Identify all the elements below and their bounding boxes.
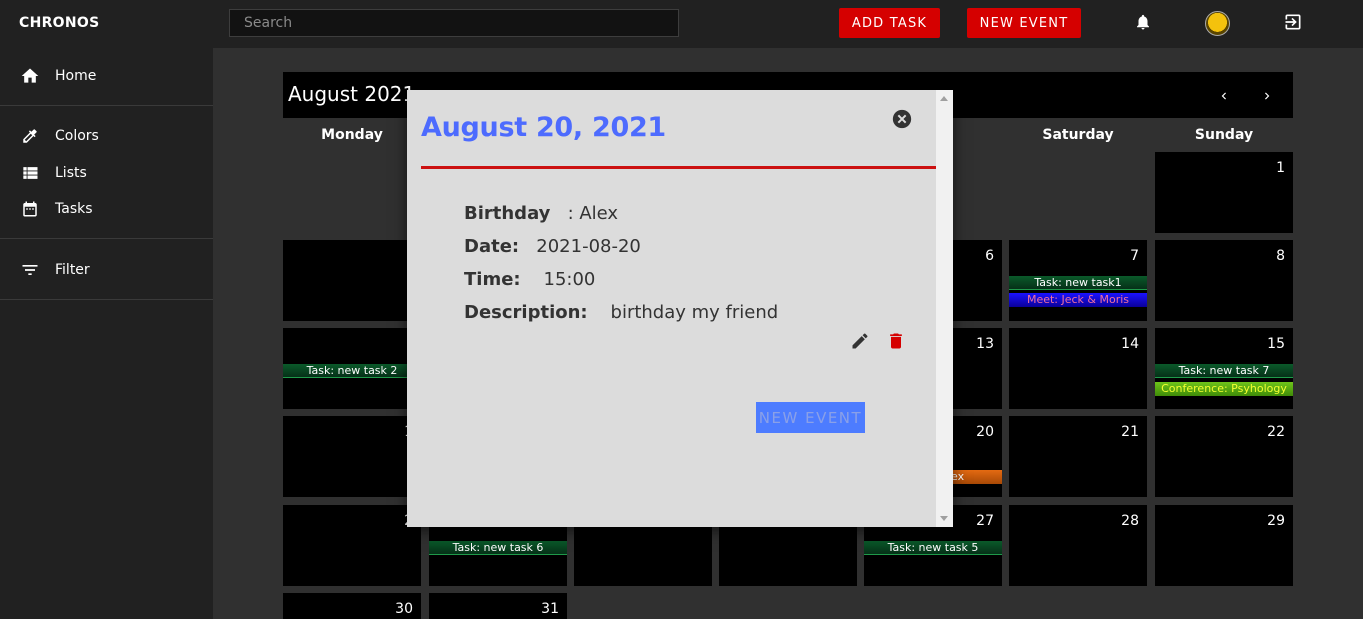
- logout-icon[interactable]: [1281, 10, 1305, 34]
- sidebar-item-label: Lists: [55, 165, 87, 181]
- bell-icon[interactable]: [1131, 10, 1155, 34]
- add-task-button[interactable]: ADD TASK: [839, 8, 940, 38]
- sidebar-item-tasks[interactable]: Tasks: [0, 191, 213, 227]
- weekday-monday: Monday: [321, 127, 383, 143]
- day-number: 21: [1121, 424, 1139, 440]
- day-number: 7: [1130, 248, 1139, 264]
- list-icon: [20, 163, 40, 183]
- day-cell[interactable]: 21: [1009, 416, 1147, 497]
- day-cell[interactable]: 1: [283, 416, 421, 497]
- sidebar-item-label: Filter: [55, 262, 90, 278]
- calendar-event[interactable]: Task: new task 2: [283, 364, 421, 378]
- calendar-month-title: August 2021: [288, 82, 416, 106]
- calendar-icon: [20, 199, 40, 219]
- calendar-event[interactable]: Conference: Psyhology: [1155, 382, 1293, 396]
- event-type-row: Birthday : Alex: [464, 203, 618, 224]
- day-number: 28: [1121, 513, 1139, 529]
- calendar-event[interactable]: Task: new task 5: [864, 541, 1002, 555]
- filter-icon: [20, 260, 40, 280]
- event-time-row: Time: 15:00: [464, 269, 595, 290]
- next-month-icon[interactable]: [1257, 86, 1277, 106]
- calendar-event[interactable]: Meet: Jeck & Moris: [1009, 293, 1147, 307]
- prev-month-icon[interactable]: [1214, 86, 1234, 106]
- scroll-down-icon[interactable]: [940, 516, 948, 521]
- day-number: 27: [976, 513, 994, 529]
- modal-divider: [421, 166, 936, 169]
- sidebar-item-home[interactable]: Home: [0, 58, 213, 94]
- brand-logo[interactable]: CHRONOS: [19, 15, 99, 31]
- calendar-event[interactable]: Task: new task 7: [1155, 364, 1293, 378]
- day-number: 20: [976, 424, 994, 440]
- day-number: 14: [1121, 336, 1139, 352]
- weekday-saturday: Saturday: [1042, 127, 1114, 143]
- modal-new-event-button[interactable]: NEW EVENT: [756, 402, 865, 433]
- delete-icon[interactable]: [886, 331, 908, 353]
- new-event-button[interactable]: NEW EVENT: [967, 8, 1081, 38]
- day-number: 13: [976, 336, 994, 352]
- sidebar-item-label: Home: [55, 68, 97, 84]
- day-number: 22: [1267, 424, 1285, 440]
- sidebar-divider: [0, 105, 213, 106]
- home-icon: [20, 66, 40, 86]
- close-icon[interactable]: [891, 108, 913, 130]
- user-avatar[interactable]: [1205, 11, 1230, 36]
- search-input[interactable]: [229, 9, 679, 37]
- event-detail-modal: August 20, 2021 Birthday : Alex Date: 20…: [407, 90, 953, 527]
- day-cell[interactable]: 2: [283, 505, 421, 586]
- modal-scrollbar[interactable]: [936, 90, 953, 527]
- event-date-label: Date:: [464, 236, 520, 257]
- event-description-label: Description:: [464, 302, 588, 323]
- sidebar-item-label: Tasks: [55, 201, 93, 217]
- event-date-value: 2021-08-20: [536, 236, 641, 257]
- event-time-label: Time:: [464, 269, 521, 290]
- day-number: 30: [395, 601, 413, 617]
- sidebar-divider: [0, 299, 213, 300]
- day-cell[interactable]: 30: [283, 593, 421, 619]
- sidebar-item-colors[interactable]: Colors: [0, 118, 213, 154]
- day-number: 29: [1267, 513, 1285, 529]
- day-cell[interactable]: [283, 240, 421, 321]
- event-date-row: Date: 2021-08-20: [464, 236, 641, 257]
- modal-title: August 20, 2021: [421, 112, 666, 143]
- event-description-value: birthday my friend: [610, 302, 779, 323]
- day-number: 1: [1276, 160, 1285, 176]
- day-cell[interactable]: 14: [1009, 328, 1147, 409]
- day-cell[interactable]: 22: [1155, 416, 1293, 497]
- day-number: 6: [985, 248, 994, 264]
- day-cell[interactable]: 28: [1009, 505, 1147, 586]
- event-type-value: : Alex: [567, 203, 619, 224]
- day-number: 15: [1267, 336, 1285, 352]
- weekday-sunday: Sunday: [1194, 127, 1254, 143]
- day-cell[interactable]: 1: [1155, 152, 1293, 233]
- day-cell[interactable]: 29: [1155, 505, 1293, 586]
- day-number: 31: [541, 601, 559, 617]
- event-description-row: Description: birthday my friend: [464, 302, 778, 323]
- day-cell[interactable]: 8: [1155, 240, 1293, 321]
- edit-icon[interactable]: [850, 331, 872, 353]
- eyedropper-icon: [20, 126, 40, 146]
- sidebar-item-label: Colors: [55, 128, 99, 144]
- event-time-value: 15:00: [543, 269, 596, 290]
- sidebar-divider: [0, 238, 213, 239]
- sidebar-item-lists[interactable]: Lists: [0, 155, 213, 191]
- day-cell[interactable]: 15 Task: new task 7 Conference: Psyholog…: [1155, 328, 1293, 409]
- day-cell[interactable]: 31: [429, 593, 567, 619]
- day-cell[interactable]: 7 Task: new task1 Meet: Jeck & Moris: [1009, 240, 1147, 321]
- sidebar: Home Colors Lists Tasks Filter: [0, 48, 213, 619]
- calendar-event[interactable]: Task: new task 6: [429, 541, 567, 555]
- day-number: 8: [1276, 248, 1285, 264]
- top-bar: CHRONOS ADD TASK NEW EVENT: [0, 0, 1363, 48]
- event-type-label: Birthday: [464, 203, 551, 224]
- scroll-up-icon[interactable]: [940, 96, 948, 101]
- day-cell[interactable]: Task: new task 2: [283, 328, 421, 409]
- sidebar-item-filter[interactable]: Filter: [0, 252, 213, 288]
- calendar-event[interactable]: Task: new task1: [1009, 276, 1147, 290]
